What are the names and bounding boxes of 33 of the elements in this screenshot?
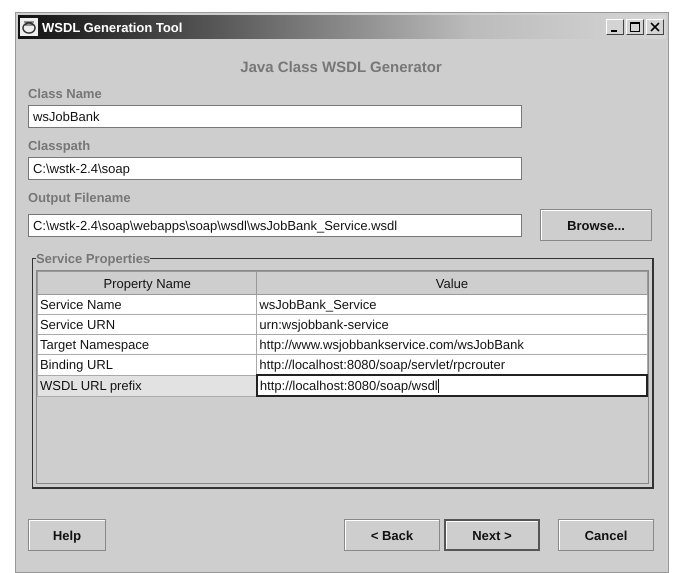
minimize-button[interactable]: [606, 19, 624, 35]
browse-button[interactable]: Browse...: [540, 209, 652, 241]
table-cell[interactable]: Service URN: [38, 314, 257, 334]
close-button[interactable]: [646, 19, 664, 35]
minimize-icon: [610, 30, 616, 32]
table-cell[interactable]: WSDL URL prefix: [38, 375, 257, 396]
table-cell[interactable]: http://www.wsjobbankservice.com/wsJobBank: [256, 334, 647, 354]
field-label: Classpath: [28, 138, 90, 153]
help-button[interactable]: Help: [28, 519, 106, 551]
app-icon: [20, 18, 38, 36]
maximize-button[interactable]: [626, 19, 644, 35]
table-cell[interactable]: Service Name: [38, 294, 257, 314]
group-title: Service Properties: [36, 251, 150, 266]
next-button[interactable]: Next >: [444, 519, 540, 551]
cancel-button[interactable]: Cancel: [558, 519, 654, 551]
table-cell[interactable]: wsJobBank_Service: [256, 294, 647, 314]
cell-editor[interactable]: http://localhost:8080/soap/wsdl: [256, 375, 647, 396]
table-cell[interactable]: urn:wsjobbank-service: [256, 314, 647, 334]
field-label: Class Name: [28, 86, 102, 101]
text-field[interactable]: C:\wstk-2.4\soap\webapps\soap\wsdl\wsJobBank_Service.wsdl: [28, 214, 522, 236]
column-header[interactable]: Property Name: [38, 272, 257, 294]
maximize-icon: [630, 22, 640, 32]
table-cell[interactable]: Binding URL: [38, 354, 257, 375]
column-header[interactable]: Value: [256, 272, 647, 294]
text-field[interactable]: C:\wstk-2.4\soap: [28, 157, 522, 180]
back-button[interactable]: < Back: [344, 519, 440, 551]
dialog-heading: Java Class WSDL Generator: [239, 59, 443, 76]
window-title: WSDL Generation Tool: [42, 20, 184, 34]
close-icon: [650, 22, 660, 32]
table-cell[interactable]: Target Namespace: [38, 334, 257, 354]
table-cell[interactable]: http://localhost:8080/soap/servlet/rpcrouter: [256, 354, 647, 375]
text-field[interactable]: wsJobBank: [28, 105, 522, 128]
field-label: Output Filename: [28, 190, 131, 205]
